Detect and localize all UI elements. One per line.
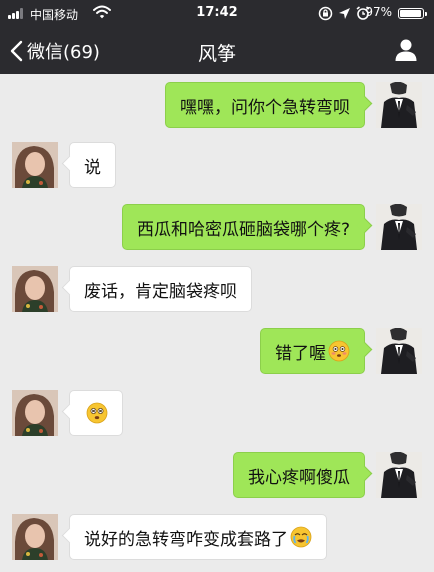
orientation-lock-icon <box>318 6 333 21</box>
message-bubble[interactable]: 嘿嘿，问你个急转弯呗 <box>165 82 373 128</box>
contact-avatar[interactable] <box>12 142 58 188</box>
top-bar: 中国移动 17:42 97% 微信(69) 风筝 <box>0 0 434 74</box>
status-icons <box>318 5 370 21</box>
crying-face-emoji <box>290 526 312 548</box>
message-text: 错了喔 <box>275 343 326 364</box>
message-text: 废话，肯定脑袋疼呗 <box>84 281 237 302</box>
chat-title: 风筝 <box>197 43 236 65</box>
message-text: 说 <box>84 157 101 178</box>
message-bubble[interactable] <box>61 390 123 436</box>
my-avatar[interactable] <box>376 82 422 128</box>
location-arrow-icon <box>338 7 351 20</box>
message-bubble[interactable]: 错了喔 <box>260 328 373 374</box>
flushed-face-emoji <box>328 340 350 362</box>
dizzy-face-emoji <box>86 402 108 424</box>
message-text: 嘿嘿，问你个急转弯呗 <box>180 97 350 118</box>
battery-fill <box>400 10 421 17</box>
my-avatar[interactable] <box>376 452 422 498</box>
my-avatar[interactable] <box>376 328 422 374</box>
person-icon[interactable] <box>394 38 418 62</box>
message-text: 我心疼啊傻瓜 <box>248 467 350 488</box>
contact-avatar[interactable] <box>12 266 58 312</box>
message-bubble[interactable]: 说 <box>61 142 116 188</box>
battery-percent: 97% <box>365 5 392 19</box>
message-bubble[interactable]: 废话，肯定脑袋疼呗 <box>61 266 252 312</box>
wechat-chat-screen: 中国移动 17:42 97% 微信(69) 风筝 嘿嘿，问你个急转弯呗 说 西瓜… <box>0 0 434 572</box>
status-bar: 中国移动 17:42 97% <box>0 0 434 28</box>
battery-icon <box>398 8 427 19</box>
message-bubble[interactable]: 我心疼啊傻瓜 <box>233 452 373 498</box>
message-bubble[interactable]: 西瓜和哈密瓜砸脑袋哪个疼? <box>121 204 373 250</box>
nav-bar: 微信(69) 风筝 <box>0 28 434 74</box>
message-text: 说好的急转弯咋变成套路了 <box>84 529 288 550</box>
contact-avatar[interactable] <box>12 514 58 560</box>
message-bubble[interactable]: 说好的急转弯咋变成套路了 <box>61 514 327 560</box>
contact-avatar[interactable] <box>12 390 58 436</box>
my-avatar[interactable] <box>376 204 422 250</box>
message-text: 西瓜和哈密瓜砸脑袋哪个疼? <box>136 219 350 240</box>
message-list: 嘿嘿，问你个急转弯呗 说 西瓜和哈密瓜砸脑袋哪个疼? 废话，肯定脑袋疼呗 错了喔… <box>0 74 434 572</box>
